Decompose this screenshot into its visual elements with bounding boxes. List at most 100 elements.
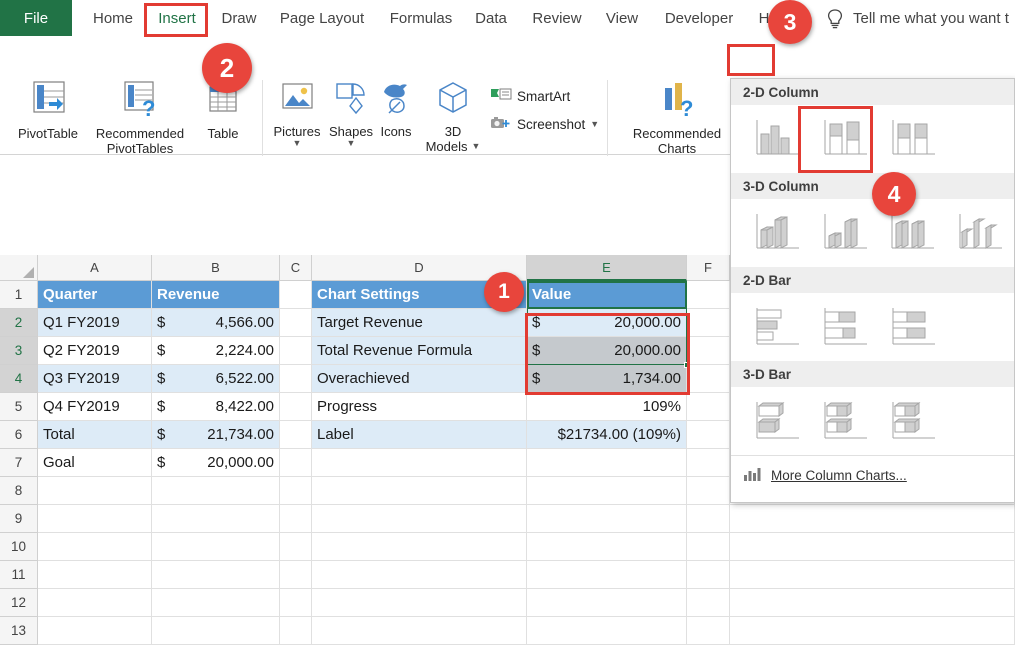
row-header-9[interactable]: 9 xyxy=(0,505,38,533)
grid-cell-empty[interactable] xyxy=(687,309,730,337)
more-column-charts-item[interactable]: More Column Charts... xyxy=(731,455,1014,495)
grid-cell-empty[interactable] xyxy=(38,421,152,449)
grid-cell-empty[interactable] xyxy=(38,477,152,505)
grid-cell-empty[interactable] xyxy=(152,281,280,309)
chevron-down-icon[interactable]: ▼ xyxy=(472,142,481,151)
grid-cell-empty[interactable] xyxy=(687,505,730,533)
chart-type-option-bar3d-1[interactable] xyxy=(743,393,811,449)
chart-type-option-bar2d-2[interactable] xyxy=(811,299,879,355)
chart-type-option-col3d-4[interactable] xyxy=(946,205,1014,261)
grid-cell-empty[interactable] xyxy=(687,421,730,449)
tab-view[interactable]: View xyxy=(598,0,646,36)
row-header-2[interactable]: 2 xyxy=(0,309,38,337)
grid-cell-empty[interactable] xyxy=(527,309,687,337)
grid-cell-empty[interactable] xyxy=(527,421,687,449)
chart-type-option-col2d-2[interactable] xyxy=(811,111,879,167)
chart-type-option-col2d-1[interactable] xyxy=(743,111,811,167)
grid-cell-empty[interactable] xyxy=(527,505,687,533)
grid-cell-empty[interactable] xyxy=(527,561,687,589)
grid-cell-empty[interactable] xyxy=(687,449,730,477)
grid-cell-empty[interactable] xyxy=(152,309,280,337)
grid-cell-empty[interactable] xyxy=(312,477,527,505)
row-header-1[interactable]: 1 xyxy=(0,281,38,309)
grid-cell-empty[interactable] xyxy=(280,561,312,589)
chart-type-option-col3d-1[interactable] xyxy=(743,205,811,261)
row-header-3[interactable]: 3 xyxy=(0,337,38,365)
grid-cell-empty[interactable] xyxy=(687,617,730,645)
grid-cell-empty[interactable] xyxy=(280,393,312,421)
grid-cell-empty[interactable] xyxy=(38,589,152,617)
grid-cell-empty[interactable] xyxy=(38,561,152,589)
3d-models-button[interactable]: 3D Models ▼ xyxy=(422,80,484,154)
grid-cell-empty[interactable] xyxy=(527,393,687,421)
grid-cell-empty[interactable] xyxy=(152,421,280,449)
grid-cell-empty[interactable] xyxy=(687,393,730,421)
grid-cell-empty[interactable] xyxy=(527,281,687,309)
grid-cell-empty[interactable] xyxy=(280,505,312,533)
select-all-corner[interactable] xyxy=(0,255,38,281)
chart-type-option-col3d-2[interactable] xyxy=(811,205,879,261)
tab-file[interactable]: File xyxy=(0,0,72,36)
grid-cell-empty[interactable] xyxy=(38,393,152,421)
row-header-4[interactable]: 4 xyxy=(0,365,38,393)
grid-cell-empty[interactable] xyxy=(280,477,312,505)
grid-cell-empty[interactable] xyxy=(527,365,687,393)
grid-cell-empty[interactable] xyxy=(687,561,730,589)
grid-cell-empty[interactable] xyxy=(38,533,152,561)
grid-cell-empty[interactable] xyxy=(312,449,527,477)
grid-cell-empty[interactable] xyxy=(312,309,527,337)
row-header-8[interactable]: 8 xyxy=(0,477,38,505)
grid-cell-empty[interactable] xyxy=(152,561,280,589)
icons-button[interactable]: Icons xyxy=(372,80,420,139)
tab-draw[interactable]: Draw xyxy=(213,0,265,36)
grid-cell-empty[interactable] xyxy=(312,421,527,449)
grid-cell-empty[interactable] xyxy=(312,589,527,617)
row-header-7[interactable]: 7 xyxy=(0,449,38,477)
row-header-13[interactable]: 13 xyxy=(0,617,38,645)
column-header-A[interactable]: A xyxy=(38,255,152,281)
pictures-button[interactable]: Pictures ▼ xyxy=(266,80,328,148)
row-header-5[interactable]: 5 xyxy=(0,393,38,421)
grid-cell-empty[interactable] xyxy=(687,365,730,393)
grid-cell-empty[interactable] xyxy=(38,337,152,365)
row-header-10[interactable]: 10 xyxy=(0,533,38,561)
chevron-down-icon[interactable]: ▼ xyxy=(347,139,356,148)
grid-cell-empty[interactable] xyxy=(312,365,527,393)
grid-cell-empty[interactable] xyxy=(280,617,312,645)
grid-cell-empty[interactable] xyxy=(38,365,152,393)
column-header-B[interactable]: B xyxy=(152,255,280,281)
tab-page-layout[interactable]: Page Layout xyxy=(272,0,372,36)
grid-cell-empty[interactable] xyxy=(527,617,687,645)
grid-cell-empty[interactable] xyxy=(687,589,730,617)
fill-handle[interactable] xyxy=(684,362,690,368)
grid-cell-empty[interactable] xyxy=(280,449,312,477)
grid-cell-empty[interactable] xyxy=(152,449,280,477)
row-header-6[interactable]: 6 xyxy=(0,421,38,449)
grid-cell-empty[interactable] xyxy=(730,561,1015,589)
tell-me-search[interactable]: Tell me what you want t xyxy=(853,0,1009,36)
grid-cell-empty[interactable] xyxy=(730,533,1015,561)
grid-cell-empty[interactable] xyxy=(152,589,280,617)
grid-cell-empty[interactable] xyxy=(152,365,280,393)
grid-cell-empty[interactable] xyxy=(730,505,1015,533)
chart-type-option-bar2d-1[interactable] xyxy=(743,299,811,355)
column-header-C[interactable]: C xyxy=(280,255,312,281)
recommended-charts-button[interactable]: ? Recommended Charts xyxy=(618,80,736,156)
grid-cell-empty[interactable] xyxy=(527,449,687,477)
grid-cell-empty[interactable] xyxy=(152,533,280,561)
grid-cell-empty[interactable] xyxy=(38,309,152,337)
grid-cell-empty[interactable] xyxy=(280,337,312,365)
grid-cell-empty[interactable] xyxy=(280,365,312,393)
tab-home[interactable]: Home xyxy=(84,0,142,36)
grid-cell-empty[interactable] xyxy=(527,337,687,365)
grid-cell-empty[interactable] xyxy=(312,393,527,421)
chart-type-option-bar3d-2[interactable] xyxy=(811,393,879,449)
chart-type-option-col2d-3[interactable] xyxy=(879,111,947,167)
grid-cell-empty[interactable] xyxy=(152,477,280,505)
chart-type-option-bar2d-3[interactable] xyxy=(879,299,947,355)
grid-cell-empty[interactable] xyxy=(38,281,152,309)
grid-cell-empty[interactable] xyxy=(312,337,527,365)
tab-data[interactable]: Data xyxy=(468,0,514,36)
smartart-button[interactable]: SmartArt xyxy=(490,86,570,107)
grid-cell-empty[interactable] xyxy=(730,589,1015,617)
